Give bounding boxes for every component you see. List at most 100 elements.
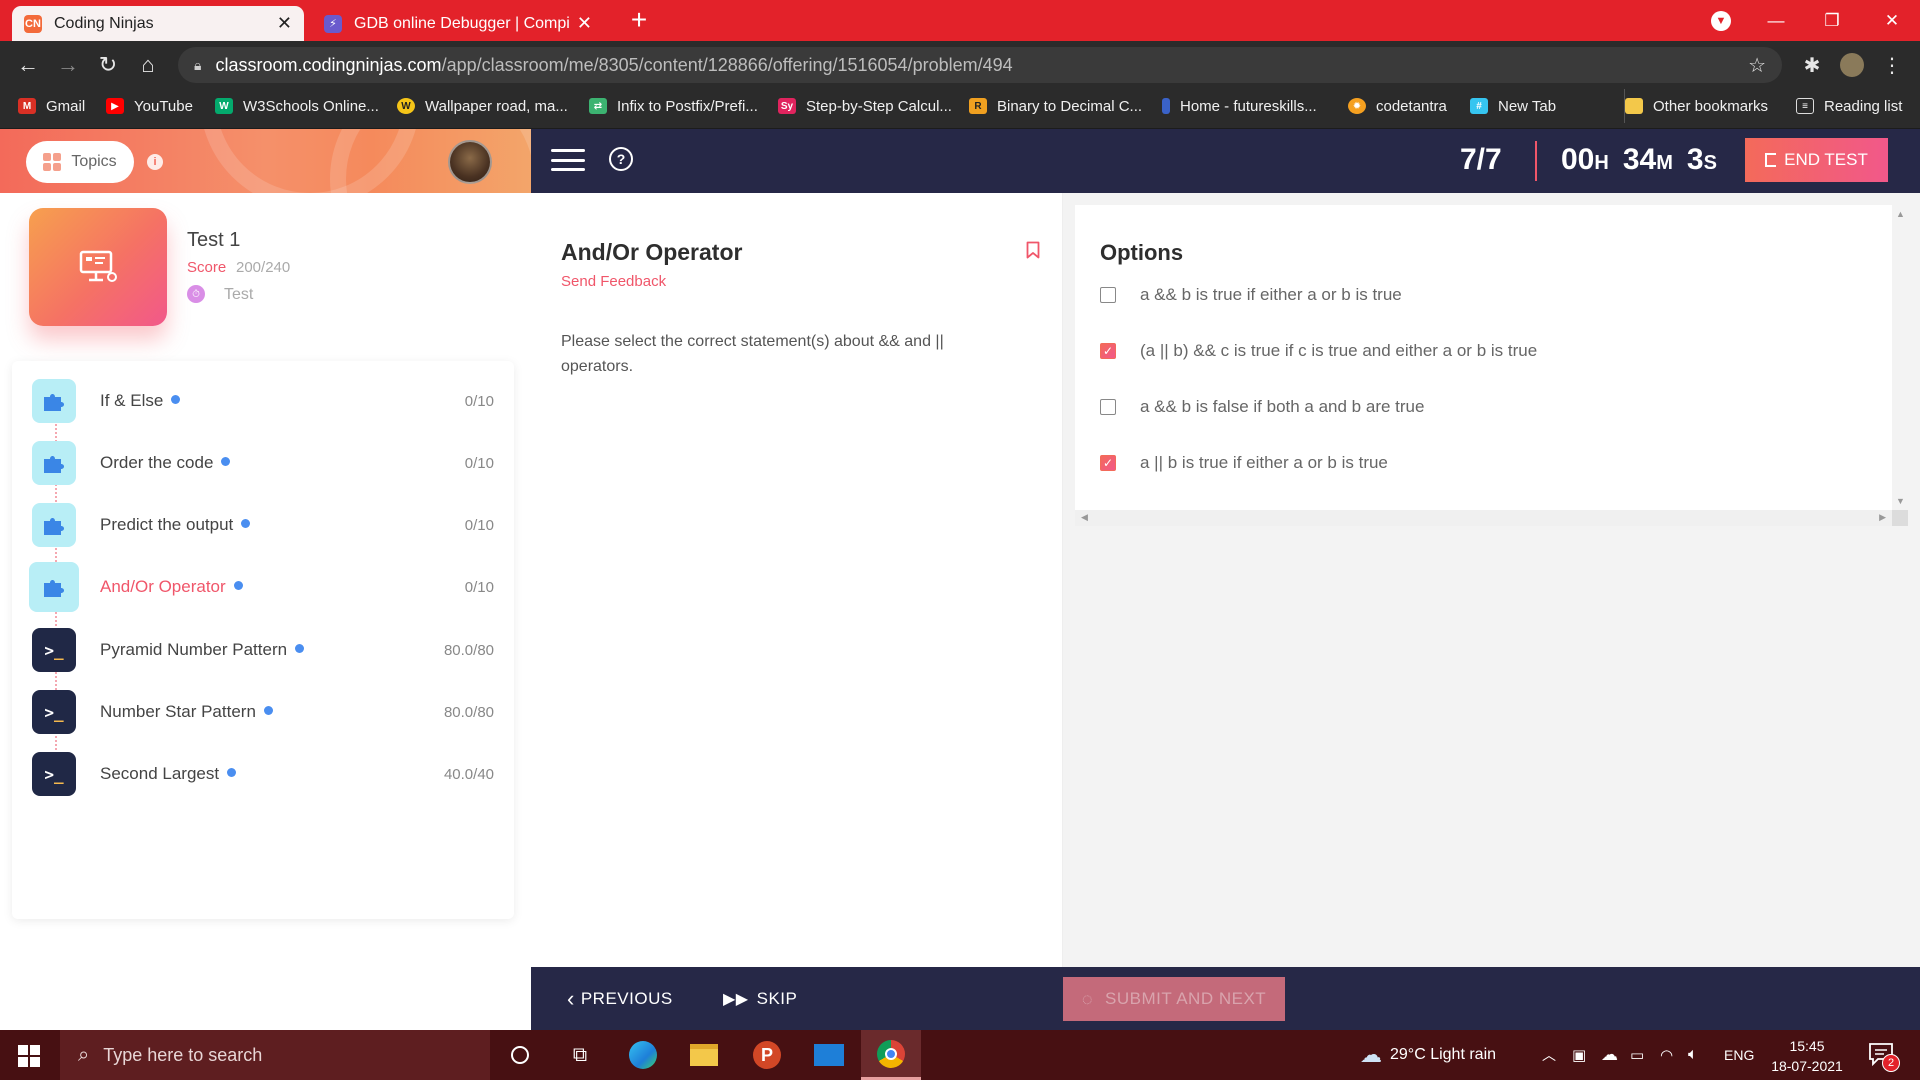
scroll-right-arrow-icon[interactable]: ▶ [1879,512,1886,523]
weather-text: 29°C Light rain [1390,1046,1497,1063]
option-checkbox[interactable] [1100,399,1116,415]
minimize-icon[interactable]: — [1748,0,1804,41]
bookmark-label: Infix to Postfix/Prefi... [617,97,758,115]
problem-item[interactable]: Predict the output 0/10 [12,495,514,557]
hamburger-menu-icon[interactable] [551,149,585,171]
puzzle-icon [29,562,79,612]
bookmark-star-icon[interactable]: ☆ [1748,53,1766,78]
meet-now-icon[interactable]: ▣ [1572,1030,1586,1080]
option-checkbox[interactable]: ✓ [1100,343,1116,359]
profile-avatar[interactable] [1836,49,1868,81]
bookmark-gmail[interactable]: M Gmail [18,89,85,123]
tab-gdb[interactable]: ⚡ GDB online Debugger | Compiler ✕ [312,6,604,41]
extensions-icon[interactable]: ✱ [1796,49,1828,81]
skip-button[interactable]: ▶▶ SKIP [723,967,797,1030]
bookmark-symbolab[interactable]: Sy Step-by-Step Calcul... [778,89,952,123]
close-icon[interactable]: ✕ [277,13,292,34]
bookmark-futureskills[interactable]: Home - futureskills... [1162,89,1317,123]
bookmark-new-tab[interactable]: # New Tab [1470,89,1556,123]
battery-icon[interactable]: ▭ [1630,1030,1644,1080]
problem-item[interactable]: > _ Number Star Pattern 80.0/80 [12,682,514,744]
puzzle-icon [32,379,76,423]
weather-widget[interactable]: ☁ 29°C Light rain [1360,1030,1496,1080]
option-item[interactable]: ✓ (a || b) && c is true if c is true and… [1100,337,1537,365]
futureskills-icon [1162,98,1170,114]
problem-name-text: Second Largest [100,764,220,783]
scroll-up-arrow-icon[interactable]: ▲ [1896,209,1905,219]
clock-date: 18-07-2021 [1771,1058,1843,1074]
bookmark-wallpaper[interactable]: W Wallpaper road, ma... [397,89,568,123]
topics-button[interactable]: Topics [26,141,134,183]
option-checkbox[interactable]: ✓ [1100,455,1116,471]
bookmark-infix[interactable]: ⇄ Infix to Postfix/Prefi... [589,89,758,123]
status-dot [233,581,243,591]
onedrive-icon[interactable]: ☁ [1601,1030,1618,1080]
info-icon[interactable]: i [147,154,163,170]
send-feedback-link[interactable]: Send Feedback [561,273,666,290]
option-item[interactable]: a && b is false if both a and b are true [1100,393,1424,421]
terminal-icon: > _ [32,628,76,672]
bookmark-w3schools[interactable]: W W3Schools Online... [215,89,379,123]
address-bar[interactable]: 🔒︎ classroom.codingninjas.com/app/classr… [178,47,1782,83]
problem-item[interactable]: > _ Second Largest 40.0/40 [12,744,514,806]
taskbar-search-input[interactable]: ⌕ Type here to search [60,1030,490,1080]
other-bookmarks[interactable]: Other bookmarks [1624,89,1768,123]
windows-start-icon[interactable] [18,1045,40,1067]
bookmark-icon[interactable] [1026,241,1040,259]
tab-coding-ninjas[interactable]: CN Coding Ninjas ✕ [12,6,304,41]
chrome-menu-dot-icon[interactable]: ▼ [1711,11,1731,31]
option-item[interactable]: ✓ a || b is true if either a or b is tru… [1100,449,1388,477]
url-text[interactable]: classroom.codingninjas.com/app/classroom… [215,55,1012,76]
powerpoint-icon[interactable]: P [737,1030,797,1080]
mail-icon[interactable] [799,1030,859,1080]
clock-time: 15:45 [1789,1038,1825,1054]
problem-item[interactable]: Order the code 0/10 [12,433,514,495]
options-title: Options [1100,240,1184,265]
exit-icon [1765,153,1777,167]
system-clock[interactable]: 15:45 18-07-2021 [1765,1036,1849,1076]
vertical-scrollbar[interactable]: ▲ ▼ [1892,205,1908,510]
previous-button[interactable]: ‹ PREVIOUS [567,967,673,1030]
volume-icon[interactable]: 🔈︎ [1688,1030,1698,1080]
wifi-icon[interactable]: ◠ [1660,1030,1673,1080]
file-explorer-icon[interactable] [674,1030,734,1080]
problem-item[interactable]: If & Else 0/10 [12,371,514,433]
avatar[interactable] [448,140,492,184]
window-close-icon[interactable]: ✕ [1864,0,1920,41]
option-item[interactable]: a && b is true if either a or b is true [1100,281,1402,309]
cortana-icon[interactable] [490,1030,550,1080]
help-icon[interactable]: ? [609,147,633,171]
problem-item[interactable]: And/Or Operator 0/10 [12,557,514,619]
question-title: And/Or Operator [561,239,743,265]
horizontal-scrollbar[interactable]: ◀ ▶ [1075,510,1892,526]
language-indicator[interactable]: ENG [1724,1030,1754,1080]
option-text: a && b is false if both a and b are true [1140,397,1425,416]
reading-list[interactable]: ≡ Reading list [1796,89,1902,123]
edge-icon[interactable] [613,1030,673,1080]
notifications-icon[interactable]: 2 [1868,1042,1900,1072]
bookmark-binary[interactable]: R Binary to Decimal C... [969,89,1142,123]
scroll-down-arrow-icon[interactable]: ▼ [1896,496,1905,506]
show-hidden-icons-icon[interactable]: ︿ [1542,1030,1556,1080]
problem-name-text: Number Star Pattern [100,702,256,721]
task-view-icon[interactable]: ⧉ [550,1030,610,1080]
more-menu-icon[interactable]: ⋮ [1876,49,1908,81]
forward-icon[interactable]: → [52,49,84,81]
scroll-left-arrow-icon[interactable]: ◀ [1081,512,1088,523]
option-checkbox[interactable] [1100,287,1116,303]
back-icon[interactable]: ← [12,49,44,81]
bookmark-codetantra[interactable]: ✹ codetantra [1348,89,1447,123]
bookmark-label: Wallpaper road, ma... [425,97,568,115]
problem-item[interactable]: > _ Pyramid Number Pattern 80.0/80 [12,620,514,682]
restore-icon[interactable]: ❐ [1804,0,1860,41]
new-tab-button[interactable]: + [624,6,654,36]
problem-score: 80.0/80 [443,642,494,659]
left-sidebar: Topics i Test 1 Score 200/240 ⏱ Test If … [0,129,531,1030]
end-test-button[interactable]: END TEST [1745,138,1888,182]
chrome-icon[interactable] [861,1030,921,1080]
submit-and-next-button[interactable]: ◌ SUBMIT AND NEXT [1063,977,1285,1021]
home-icon[interactable]: ⌂ [132,49,164,81]
bookmark-youtube[interactable]: ▶ YouTube [106,89,193,123]
close-icon[interactable]: ✕ [577,13,592,34]
reload-icon[interactable]: ↻ [92,49,124,81]
